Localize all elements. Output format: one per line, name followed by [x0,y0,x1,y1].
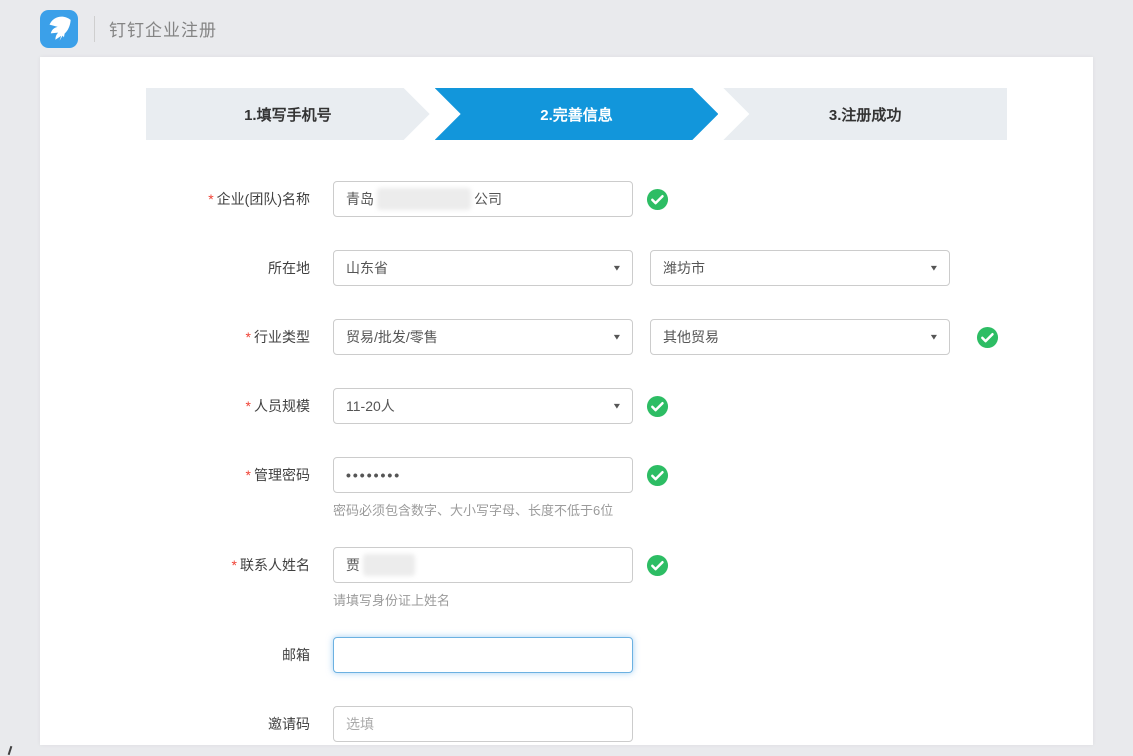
field-row-email: 邮箱 [40,637,1093,673]
chevron-down-icon: ▼ [612,264,622,273]
success-check-icon [976,326,999,349]
chevron-down-icon: ▼ [612,333,622,342]
redacted-text [377,188,471,210]
step-3-register-success: 3.注册成功 [723,88,1007,140]
step-2-label: 2.完善信息 [540,104,613,125]
city-select[interactable]: 潍坊市 ▼ [650,250,950,286]
progress-steps: 1.填写手机号 2.完善信息 3.注册成功 [146,88,1007,140]
invite-code-label: 邀请码 [40,706,310,742]
industry-subcategory-select[interactable]: 其他贸易 ▼ [650,319,950,355]
required-marker: * [232,557,237,573]
industry-label: *行业类型 [40,319,310,355]
page-title: 钉钉企业注册 [109,16,217,41]
password-hint: 密码必须包含数字、大小写字母、长度不低于6位 [333,500,669,519]
chevron-down-icon: ▼ [929,333,939,342]
company-name-value-prefix: 青岛 [346,189,374,209]
chevron-down-icon: ▼ [612,402,622,411]
industry-subcategory-value: 其他贸易 [663,327,719,347]
required-marker: * [246,467,251,483]
staff-size-select[interactable]: 11-20人 ▼ [333,388,633,424]
field-row-contact-name: *联系人姓名 贾 请填写身份证上姓名 [40,547,1093,609]
field-row-company-name: *企业(团队)名称 青岛 公司 [40,181,1093,217]
field-row-invite-code: 邀请码 [40,706,1093,742]
contact-name-hint: 请填写身份证上姓名 [333,590,669,609]
city-value: 潍坊市 [663,258,705,278]
industry-category-select[interactable]: 贸易/批发/零售 ▼ [333,319,633,355]
required-marker: * [246,329,251,345]
required-marker: * [208,191,213,207]
success-check-icon [646,464,669,487]
province-value: 山东省 [346,258,388,278]
success-check-icon [646,188,669,211]
company-name-value-suffix: 公司 [474,189,502,209]
registration-card: 1.填写手机号 2.完善信息 3.注册成功 *企业(团队)名称 青岛 公司 [40,57,1093,745]
password-masked-value: •••••••• [346,467,401,483]
step-2-complete-info: 2.完善信息 [435,88,719,140]
password-input[interactable]: •••••••• [333,457,633,493]
field-row-location: 所在地 山东省 ▼ 潍坊市 ▼ [40,250,1093,286]
chevron-down-icon: ▼ [929,264,939,273]
stray-mark [8,746,13,755]
field-row-industry: *行业类型 贸易/批发/零售 ▼ 其他贸易 ▼ [40,319,1093,355]
staff-size-label: *人员规模 [40,388,310,424]
location-label: 所在地 [40,250,310,286]
province-select[interactable]: 山东省 ▼ [333,250,633,286]
app-header: 钉钉企业注册 [0,0,1133,57]
email-label: 邮箱 [40,637,310,673]
field-row-staff-size: *人员规模 11-20人 ▼ [40,388,1093,424]
dingtalk-logo-icon [40,10,78,48]
registration-form: *企业(团队)名称 青岛 公司 所在地 [40,181,1093,742]
email-input[interactable] [333,637,633,673]
company-name-label: *企业(团队)名称 [40,181,310,217]
contact-name-label: *联系人姓名 [40,547,310,583]
company-name-input[interactable]: 青岛 公司 [333,181,633,217]
success-check-icon [646,554,669,577]
industry-category-value: 贸易/批发/零售 [346,327,438,347]
step-3-label: 3.注册成功 [829,104,902,125]
field-row-password: *管理密码 •••••••• 密码必须包含数字、大小写字母、长度不低于6位 [40,457,1093,519]
contact-name-value-prefix: 贾 [346,555,360,575]
contact-name-input[interactable]: 贾 [333,547,633,583]
invite-code-input[interactable] [333,706,633,742]
required-marker: * [246,398,251,414]
success-check-icon [646,395,669,418]
step-1-label: 1.填写手机号 [244,104,332,125]
password-label: *管理密码 [40,457,310,493]
staff-size-value: 11-20人 [346,396,395,416]
header-divider [94,16,95,42]
step-1-fill-phone: 1.填写手机号 [146,88,430,140]
redacted-text [363,554,415,576]
